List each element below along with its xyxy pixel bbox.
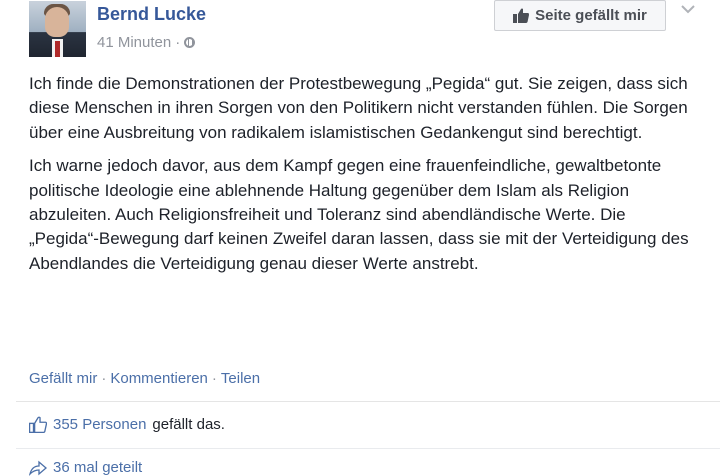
likes-summary: 355 Personen gefällt das. (29, 416, 225, 433)
avatar-tie (55, 41, 60, 57)
post-body: Ich finde die Demonstrationen der Protes… (29, 72, 699, 285)
divider (16, 448, 720, 449)
action-separator: · (211, 370, 217, 387)
post-paragraph: Ich warne jedoch davor, aus dem Kampf ge… (29, 156, 689, 273)
likes-count-link[interactable]: 355 Personen (53, 416, 146, 433)
share-icon (29, 460, 47, 476)
post-timestamp[interactable]: 41 Minuten (97, 34, 171, 51)
like-link[interactable]: Gefällt mir (29, 370, 97, 387)
thumbs-up-icon (29, 416, 47, 433)
facebook-post: Bernd Lucke 41 Minuten · Seite gefällt m… (0, 0, 720, 476)
author-name[interactable]: Bernd Lucke (97, 4, 206, 25)
post-paragraph: Ich finde die Demonstrationen der Protes… (29, 74, 688, 142)
globe-icon[interactable] (184, 37, 196, 48)
shares-count[interactable]: 36 mal geteilt (53, 459, 142, 476)
share-link[interactable]: Teilen (221, 370, 260, 387)
action-separator: · (101, 370, 107, 387)
post-actions: Gefällt mir · Kommentieren · Teilen (29, 370, 260, 387)
divider (16, 401, 720, 402)
like-page-button[interactable]: Seite gefällt mir (494, 0, 666, 31)
avatar-face (45, 7, 69, 37)
shares-summary[interactable]: 36 mal geteilt (29, 459, 142, 476)
chevron-down-icon[interactable] (680, 2, 696, 16)
likes-suffix: gefällt das. (152, 416, 225, 433)
post-meta: 41 Minuten · (97, 34, 196, 51)
meta-separator: · (175, 34, 181, 51)
comment-link[interactable]: Kommentieren (110, 370, 208, 387)
like-page-label: Seite gefällt mir (535, 7, 647, 24)
thumbs-up-icon (513, 8, 530, 23)
author-avatar[interactable] (29, 1, 86, 57)
